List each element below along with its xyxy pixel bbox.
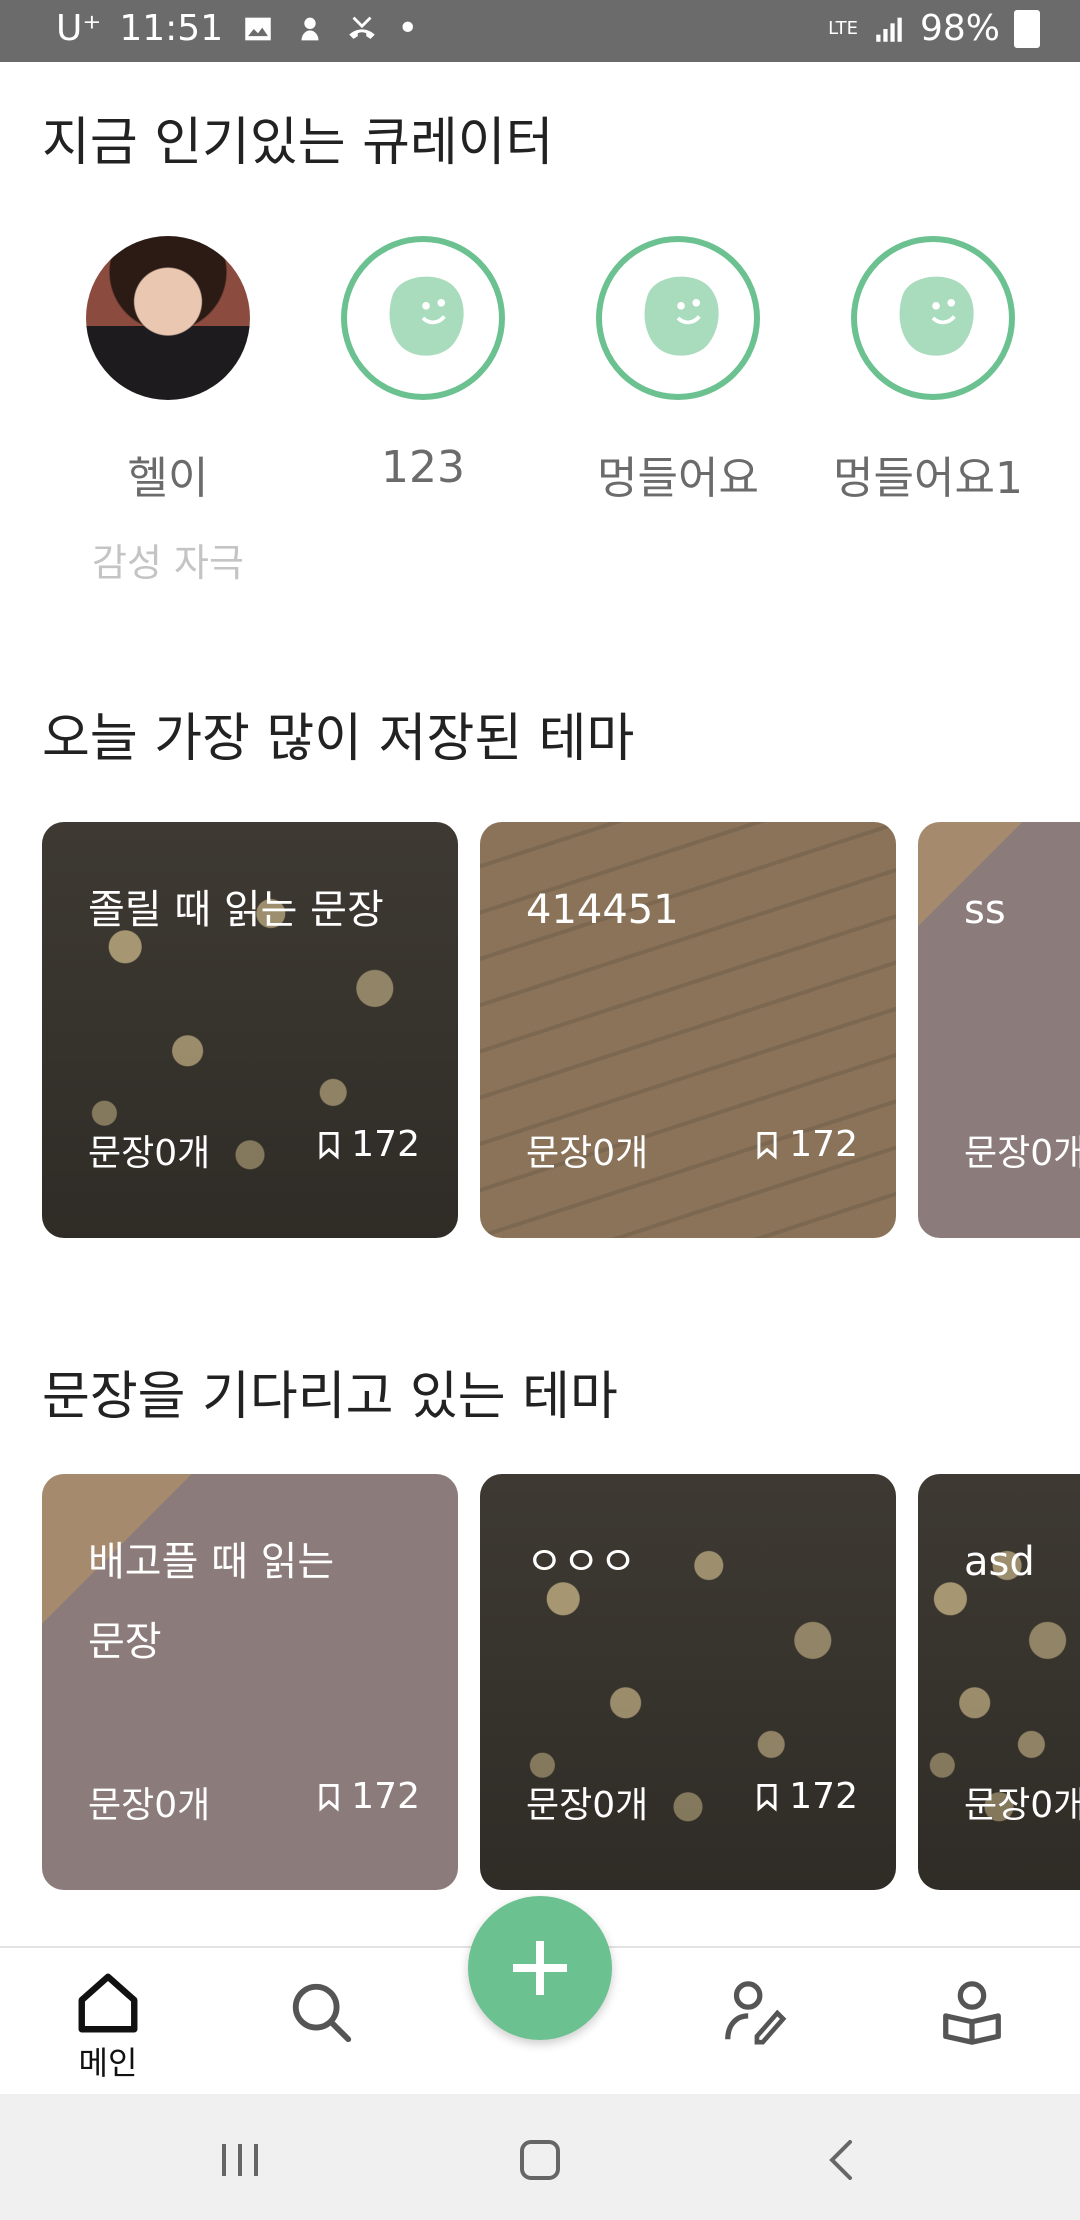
sentence-count: 문장0개	[964, 1785, 1080, 1826]
theme-card[interactable]: 배고플 때 읽는 문장 문장0개 172	[42, 1474, 458, 1890]
missed-call-icon	[345, 12, 379, 46]
back-button[interactable]	[812, 2130, 872, 2190]
waiting-section-title: 문장을 기다리고 있는 테마	[42, 1367, 618, 1427]
curator-name: 멍들어요	[597, 453, 759, 504]
save-count: 172	[753, 1124, 858, 1165]
avatar	[851, 236, 1015, 400]
nav-search[interactable]	[262, 1978, 382, 2052]
theme-title: 414451	[526, 887, 679, 933]
app-notification-icon	[293, 12, 327, 46]
avatar	[596, 236, 760, 400]
gallery-icon	[241, 12, 275, 46]
signal-icon	[872, 12, 906, 46]
home-system-button[interactable]	[510, 2130, 570, 2190]
theme-card[interactable]: 졸릴 때 읽는 문장 문장0개 172	[42, 822, 458, 1238]
save-count: 172	[315, 1124, 420, 1165]
nav-home-label: 메인	[78, 2044, 138, 2082]
status-time: 11:51	[119, 8, 224, 49]
theme-card[interactable]: 414451 문장0개 172	[480, 822, 896, 1238]
curators-section-title: 지금 인기있는 큐레이터	[42, 113, 554, 173]
avatar	[86, 236, 250, 400]
nav-home[interactable]: 메인	[48, 1968, 168, 2084]
sentence-count: 문장0개	[88, 1133, 211, 1174]
bookmark-icon	[757, 1783, 777, 1812]
curator-item[interactable]: 123	[323, 236, 523, 493]
curator-item[interactable]: 멍들어요1	[833, 236, 1033, 506]
battery-percent: 98%	[919, 8, 1000, 49]
recent-apps-icon	[222, 2144, 258, 2176]
theme-card[interactable]: ss 문장0개	[918, 822, 1080, 1238]
curator-name: 멍들어요1	[833, 453, 1023, 504]
curator-item[interactable]: 헬이 감성 자극	[68, 236, 268, 587]
curator-name: 123	[381, 442, 465, 493]
search-icon	[292, 1983, 352, 2043]
sentence-count: 문장0개	[88, 1785, 211, 1826]
sentence-count: 문장0개	[526, 1133, 649, 1174]
carrier-label: U⁺	[56, 8, 102, 49]
save-count-value: 172	[351, 1124, 420, 1165]
theme-card[interactable]: ㅇㅇㅇ 문장0개 172	[480, 1474, 896, 1890]
most-saved-section-title: 오늘 가장 많이 저장된 테마	[42, 709, 635, 769]
person-pen-icon	[725, 1981, 787, 2045]
theme-title: asd	[964, 1539, 1035, 1585]
bookmark-icon	[319, 1131, 339, 1160]
save-count-value: 172	[351, 1776, 420, 1817]
theme-title: 배고플 때 읽는 문장	[88, 1539, 335, 1665]
save-count: 172	[753, 1776, 858, 1817]
save-count-value: 172	[789, 1776, 858, 1817]
nav-write[interactable]	[694, 1978, 814, 2052]
home-icon	[78, 1973, 138, 2033]
curator-item[interactable]: 멍들어요	[578, 236, 778, 506]
sentence-count: 문장0개	[526, 1785, 649, 1826]
smiley-blob-icon	[389, 276, 464, 356]
curator-name: 헬이	[127, 453, 209, 504]
back-chevron-icon	[829, 2140, 852, 2180]
smiley-blob-icon	[644, 276, 719, 356]
nav-my-page[interactable]	[912, 1978, 1032, 2052]
battery-icon	[1014, 9, 1040, 48]
sentence-count: 문장0개	[964, 1133, 1080, 1174]
home-square-icon	[520, 2140, 560, 2180]
system-navigation-bar	[0, 2094, 1080, 2220]
network-type: LTE	[828, 18, 858, 39]
status-bar: U⁺ 11:51 • LTE 98%	[0, 0, 1080, 62]
avatar	[341, 236, 505, 400]
recent-apps-button[interactable]	[210, 2130, 270, 2190]
more-notifications-dot: •	[397, 8, 419, 49]
add-button[interactable]	[468, 1896, 612, 2040]
bookmark-icon	[757, 1131, 777, 1160]
theme-title: ㅇㅇㅇ	[526, 1539, 637, 1585]
smiley-blob-icon	[899, 276, 974, 356]
save-count: 172	[315, 1776, 420, 1817]
save-count-value: 172	[789, 1124, 858, 1165]
bookmark-icon	[319, 1783, 339, 1812]
person-book-icon	[943, 1981, 1001, 2045]
theme-title: 졸릴 때 읽는 문장	[88, 887, 384, 933]
theme-title: ss	[964, 887, 1006, 933]
curator-description: 감성 자극	[92, 541, 244, 585]
theme-card[interactable]: asd 문장0개	[918, 1474, 1080, 1890]
